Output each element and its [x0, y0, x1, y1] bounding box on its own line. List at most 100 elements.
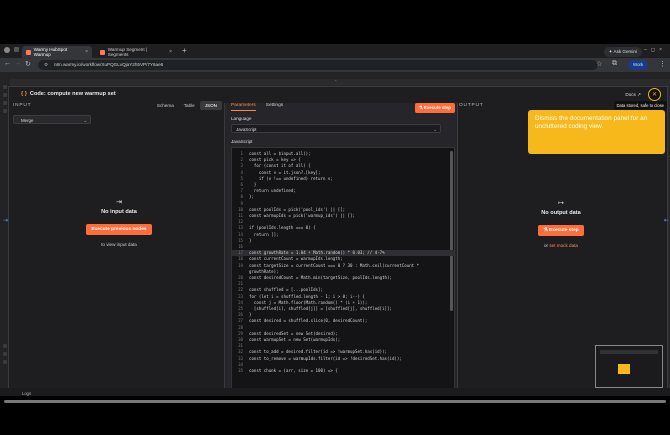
code-text: if (poolIds.length === 0) { — [249, 225, 316, 231]
canvas-minimap[interactable] — [595, 345, 663, 388]
tab-search-icon[interactable] — [14, 47, 19, 52]
collapse-handle-icon[interactable]: ⌃ — [334, 79, 337, 84]
code-text: [shuffled[i], shuffled[j]] = [shuffled[j… — [249, 306, 392, 311]
code-text: for (const it of all) { — [249, 163, 311, 169]
code-text: const to_add = desired.filter(id => !war… — [249, 349, 388, 355]
input-panel: INPUT Schema Table JSON Merge ⌄ ⇥ No inp… — [9, 101, 224, 393]
minimap-toolbar — [600, 350, 658, 354]
code-text: const all = $input.all(); — [249, 151, 311, 156]
horizontal-scrollbar[interactable] — [4, 400, 666, 403]
code-text: const desiredCount = Math.min(targetSize… — [249, 275, 392, 280]
code-text: return undefined; — [249, 188, 296, 194]
code-text: } — [249, 312, 252, 318]
execute-step-button[interactable]: ⚗ Execute step — [414, 103, 455, 113]
output-label: OUTPUT — [459, 103, 484, 108]
tab-table[interactable]: Table — [179, 101, 200, 110]
code-line[interactable]: 35 const chunk = (arr, size = 100) => { — [232, 368, 454, 374]
sidebar-icon[interactable] — [3, 344, 7, 348]
code-text: const v = it.json?.[key]; — [249, 169, 321, 175]
line-number: 35 — [238, 368, 243, 373]
browser-menu-icon[interactable]: ⋮ — [659, 60, 666, 68]
language-select[interactable]: JavaScript ⌄ — [231, 124, 441, 133]
input-empty-state: ⇥ No input data Execute previous nodes t… — [69, 198, 169, 247]
code-text: } — [249, 182, 257, 187]
code-text: const desiredSet = new Set(desired); — [249, 330, 338, 336]
reload-icon[interactable]: ↻ — [25, 60, 31, 68]
input-empty-subtext: to view input data — [101, 242, 137, 247]
input-node-select[interactable]: Merge ⌄ — [13, 115, 91, 124]
sidebar-icon[interactable] — [3, 109, 7, 113]
code-text: const targetSize = currentCount === 0 ? … — [249, 262, 420, 268]
extensions-icon[interactable]: ⧉ — [612, 60, 617, 68]
code-text: const warmupIds = pick('warmup_ids') || … — [249, 213, 355, 218]
sidebar-icon[interactable] — [3, 85, 7, 89]
app-icon — [4, 47, 10, 53]
new-tab-icon[interactable]: + — [182, 46, 187, 56]
tab-parameters[interactable]: Parameters — [231, 103, 256, 111]
close-docs-button[interactable]: ✕ — [648, 88, 661, 101]
bookmark-star-icon[interactable]: ☆ — [596, 60, 602, 68]
hubspot-favicon-icon — [26, 49, 31, 55]
code-node-icon: { } — [21, 91, 27, 97]
docs-link[interactable]: Docs ↗ — [625, 92, 641, 98]
code-text: const growthRate = 1.04 + Math.random() … — [249, 250, 385, 256]
output-arrow-icon: ↦ — [558, 200, 564, 207]
code-text: for (let i = shuffled.length - 1; i > 0;… — [249, 293, 365, 299]
execute-previous-nodes-button[interactable]: Execute previous nodes — [86, 224, 152, 235]
code-text: const chunk = (arr, size = 100) => { — [249, 368, 338, 373]
code-text: const shuffled = [...poolIds]; — [249, 287, 323, 293]
tab-schema[interactable]: Schema — [152, 101, 179, 110]
bottom-logs-bar — [0, 388, 670, 396]
code-text: const to_remove = warmupIds.filter(id =>… — [249, 355, 402, 361]
language-label: Language — [231, 116, 252, 121]
forward-icon[interactable]: → — [14, 60, 21, 67]
url-field[interactable]: ⚙ n8n.warmy.io/workflow/XuPQGLvQjaY2h5VP… — [38, 60, 598, 70]
back-icon[interactable]: ← — [4, 60, 11, 67]
close-tab-icon[interactable]: × — [169, 49, 172, 55]
code-text: return []; — [249, 231, 279, 237]
code-text: } — [249, 237, 252, 243]
code-text: const poolIds = pick('pool_ids') || []; — [249, 206, 346, 212]
external-link-icon: ↗ — [637, 92, 641, 97]
tab-settings[interactable]: Settings — [266, 103, 283, 111]
code-editor[interactable]: 1 const all = $input.all(); 2 const pick = … — [231, 147, 455, 391]
profile-work-button[interactable]: Work — [628, 60, 649, 70]
code-text: const j = Math.floor(Math.random() * (i … — [249, 299, 368, 305]
close-tab-icon[interactable]: × — [85, 49, 88, 55]
ask-gemini-button[interactable]: ✦ Ask Gemini — [603, 47, 642, 57]
window-controls[interactable]: –◻× — [644, 47, 666, 53]
sidebar-icon[interactable] — [3, 101, 7, 105]
code-text: const currentCount = warmupIds.length; — [249, 256, 343, 262]
execute-step-output-button[interactable]: ⚗ Execute step — [538, 225, 584, 236]
sidebar-icon[interactable] — [3, 93, 7, 97]
parameters-tabs: Parameters Settings — [231, 103, 283, 111]
sidebar-icon[interactable] — [3, 352, 7, 356]
expand-right-icon[interactable]: ⇤ — [664, 217, 669, 224]
sidebar-icon[interactable] — [3, 360, 7, 364]
code-text: }; — [249, 194, 254, 200]
callout-text: Dismiss the documentation panel for an u… — [535, 115, 648, 131]
url-text: n8n.warmy.io/workflow/XuPQGLvQjaY2h5VP/7… — [54, 62, 164, 67]
parameters-panel: Parameters Settings ⚗ Execute step Langu… — [224, 103, 458, 393]
chevron-down-icon: ⌄ — [433, 127, 437, 132]
tab-warmup-segment[interactable]: Warmup Segment | Segments × — [96, 46, 176, 58]
minimap-node — [618, 364, 630, 374]
site-info-icon[interactable]: ⚙ — [44, 60, 48, 70]
tab-warmy-hubspot[interactable]: Warmy HubSpot Warmup × — [22, 46, 92, 58]
view-switcher: Schema Table JSON — [152, 101, 222, 110]
code-text: growthRate); — [249, 268, 279, 274]
app-top-bar — [0, 72, 670, 79]
logs-toggle[interactable]: Logs — [22, 391, 31, 396]
code-text: const pick = key => { — [249, 157, 301, 163]
expand-left-icon[interactable]: ⇥ — [3, 217, 8, 224]
hubspot-favicon-icon — [100, 49, 105, 55]
modal-title: { } Code: compute new warmup set — [21, 91, 116, 97]
chevron-down-icon: ⌄ — [83, 118, 87, 123]
tab-label: Warmup Segment | Segments — [107, 47, 148, 57]
code-text: const desired = shuffled.slice(0, desire… — [249, 318, 368, 324]
output-empty-state: ↦ No output data ⚗ Execute step or set m… — [511, 199, 611, 248]
modal-header: { } Code: compute new warmup set Docs ↗ ✕… — [9, 87, 667, 110]
set-mock-data-link[interactable]: set mock data — [549, 243, 578, 248]
tab-json[interactable]: JSON — [199, 101, 222, 110]
code-text: if (v !== undefined) return v; — [249, 175, 333, 181]
